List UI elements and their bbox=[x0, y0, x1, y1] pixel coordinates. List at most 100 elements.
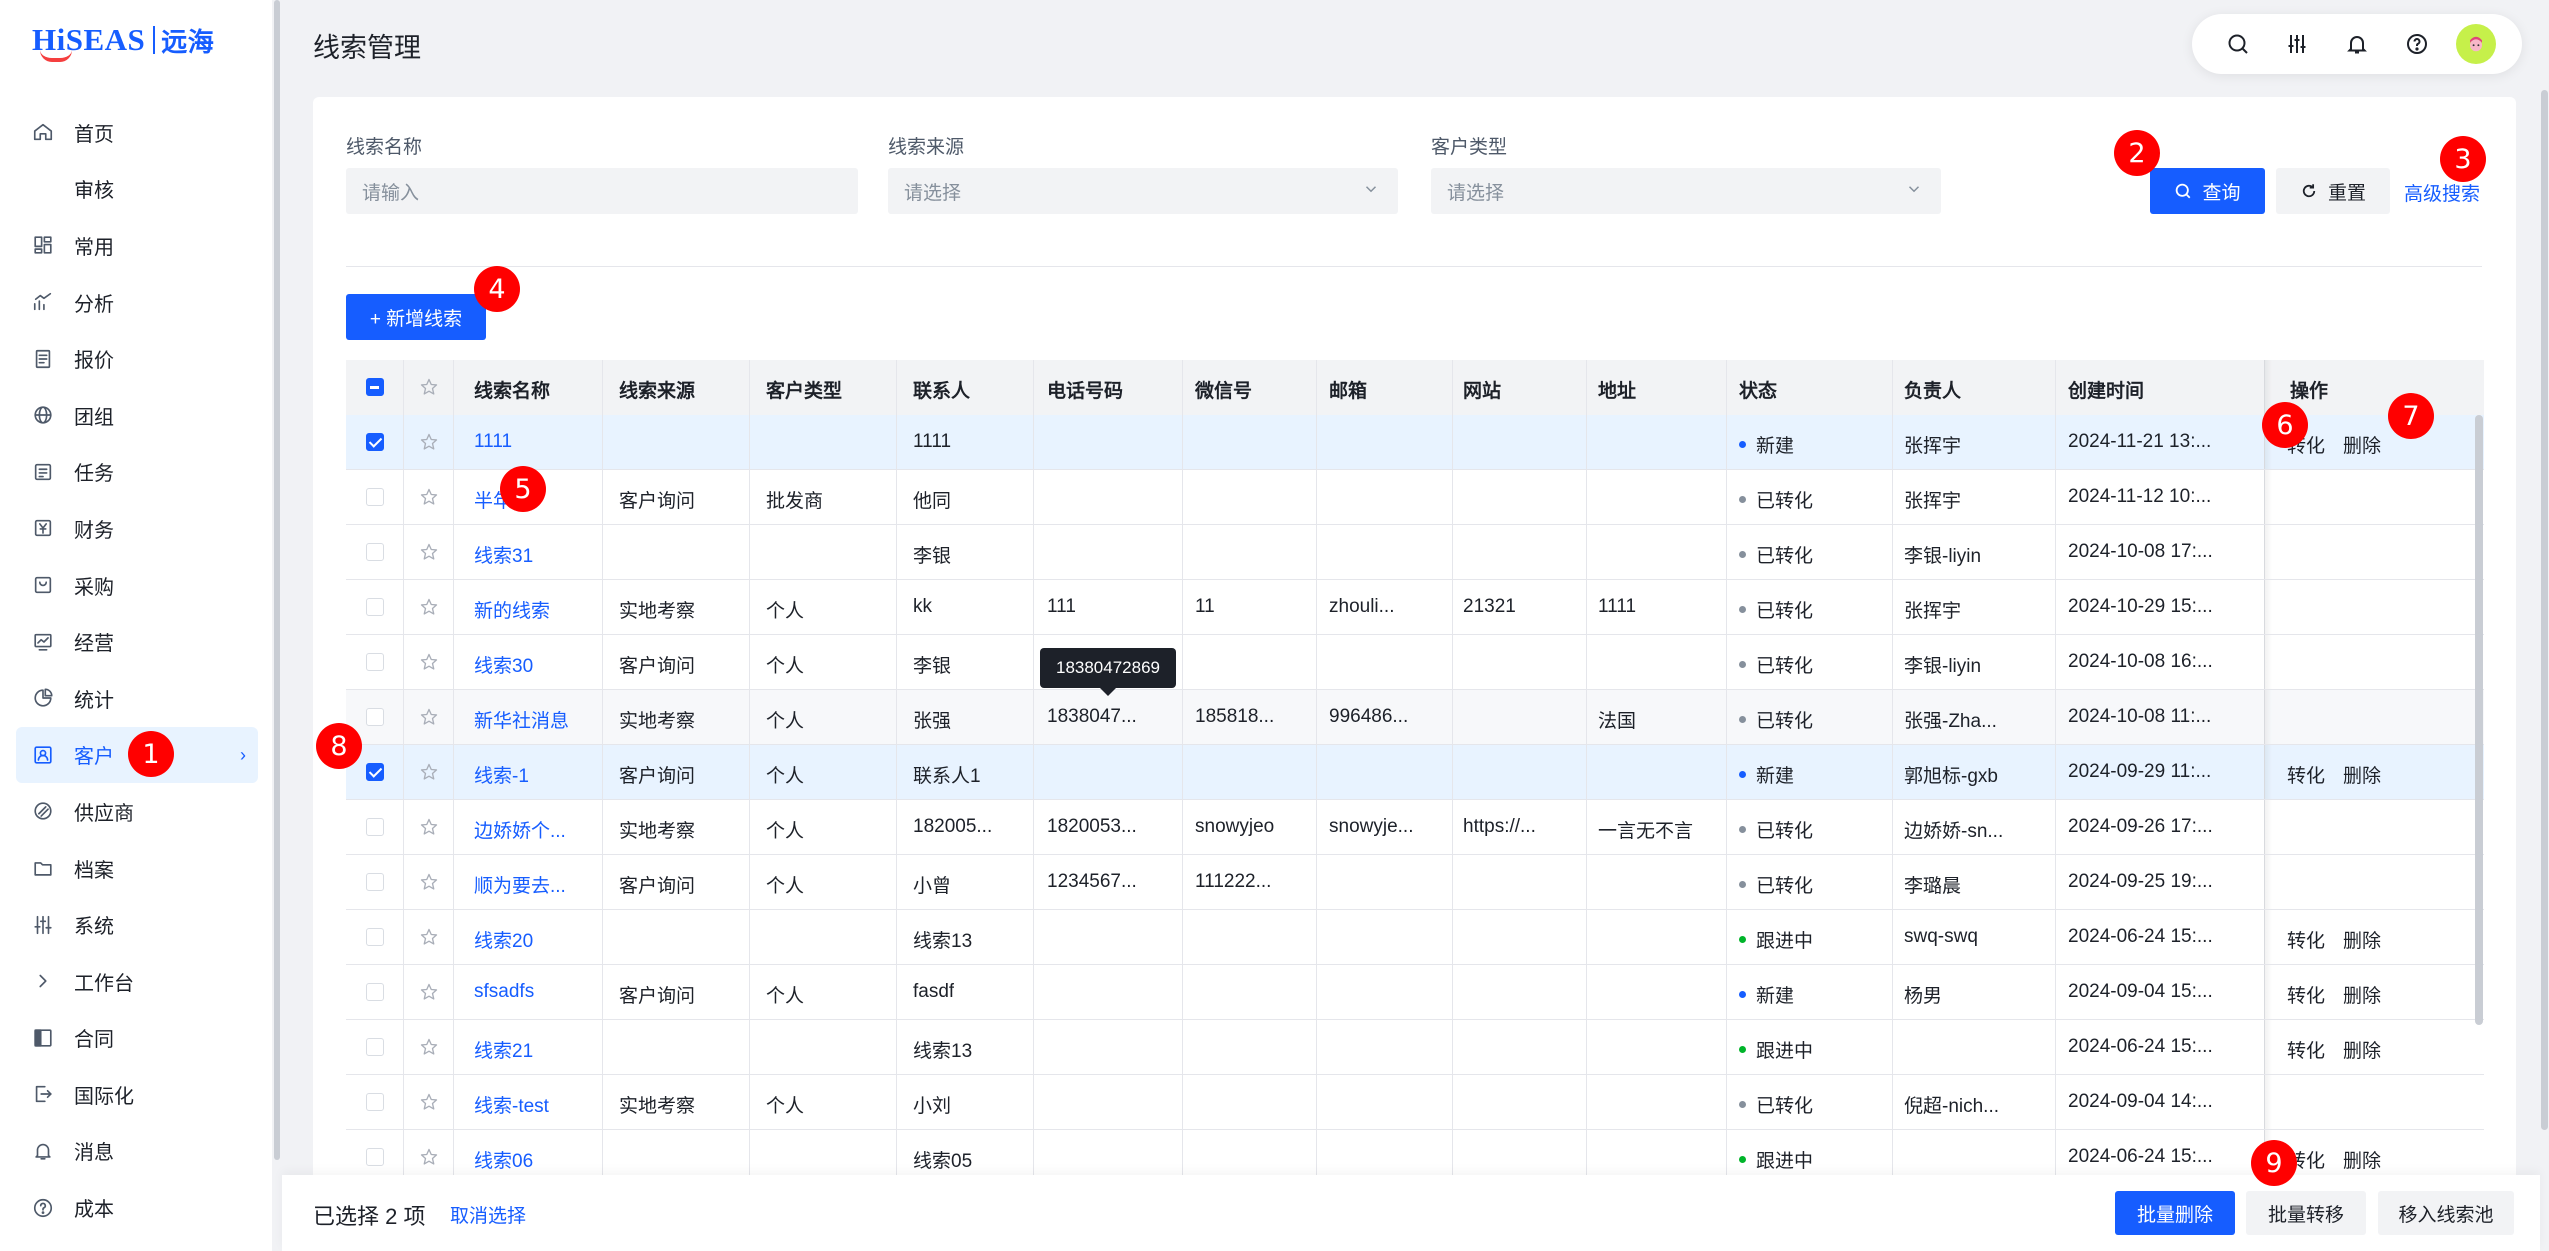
column-header[interactable]: 微信号 bbox=[1195, 376, 1252, 403]
sidebar-item-18[interactable]: 消息 bbox=[16, 1123, 258, 1180]
column-header[interactable]: 状态 bbox=[1739, 376, 1777, 403]
table-row[interactable]: 线索21 线索13 跟进中 2024-06-24 15:... 转化 删除 bbox=[346, 1020, 2484, 1075]
lead-name-link[interactable]: 新华社消息 bbox=[474, 706, 569, 733]
table-row[interactable]: 线索-test 实地考察 个人 小刘 已转化 倪超-nich... 2024-09-04 1… bbox=[346, 1075, 2484, 1130]
sidebar-item-1[interactable]: 审核 bbox=[16, 161, 258, 218]
delete-link[interactable]: 删除 bbox=[2343, 431, 2381, 458]
row-checkbox[interactable] bbox=[366, 433, 384, 451]
add-lead-button[interactable]: + 新增线索 bbox=[346, 294, 486, 340]
table-row[interactable]: 边娇娇个... 实地考察 个人 182005... 1820053... snowyjeo… bbox=[346, 800, 2484, 855]
row-checkbox[interactable] bbox=[366, 1093, 384, 1111]
sidebar-item-16[interactable]: 合同 bbox=[16, 1010, 258, 1067]
star-icon[interactable] bbox=[419, 542, 439, 562]
table-row[interactable]: 线索20 线索13 跟进中 swq-swq 2024-06-24 15:... 转化 删除 bbox=[346, 910, 2484, 965]
sidebar-scroll-thumb[interactable] bbox=[274, 0, 280, 1160]
star-icon[interactable] bbox=[419, 707, 439, 727]
lead-name-link[interactable]: sfsadfs bbox=[474, 981, 534, 1003]
star-icon[interactable] bbox=[419, 927, 439, 947]
delete-link[interactable]: 删除 bbox=[2343, 761, 2381, 788]
column-header[interactable]: 网站 bbox=[1463, 376, 1501, 403]
advanced-search-link[interactable]: 高级搜索 bbox=[2404, 179, 2480, 206]
bell-icon[interactable] bbox=[2337, 24, 2377, 64]
sidebar-item-7[interactable]: 财务 bbox=[16, 500, 258, 557]
help-icon[interactable] bbox=[2397, 24, 2437, 64]
lead-name-link[interactable]: 线索30 bbox=[474, 651, 533, 678]
lead-name-link[interactable]: 边娇娇个... bbox=[474, 816, 566, 843]
batch-delete-button[interactable]: 批量删除 bbox=[2115, 1191, 2235, 1235]
filter-customer-type-select[interactable]: 请选择 bbox=[1431, 168, 1941, 214]
table-row[interactable]: 半年 客户询问 批发商 他同 已转化 张挥宇 2024-11-12 10:... bbox=[346, 470, 2484, 525]
filter-name-input[interactable]: 请输入 bbox=[346, 168, 858, 214]
lead-name-link[interactable]: 线索31 bbox=[474, 541, 533, 568]
user-avatar[interactable] bbox=[2456, 24, 2497, 64]
table-row[interactable]: 线索30 客户询问 个人 李银 已转化 李银-liyin 2024-10-08 16:... bbox=[346, 635, 2484, 690]
table-row[interactable]: 线索-1 客户询问 个人 联系人1 新建 郭旭标-gxb 2024-09-29 11:...… bbox=[346, 745, 2484, 800]
sidebar-item-0[interactable]: 首页 bbox=[16, 104, 258, 161]
column-header[interactable]: 线索名称 bbox=[474, 376, 550, 403]
move-to-pool-button[interactable]: 移入线索池 bbox=[2378, 1191, 2514, 1235]
column-header[interactable]: 客户类型 bbox=[766, 376, 842, 403]
star-icon[interactable] bbox=[419, 872, 439, 892]
settings-sliders-icon[interactable] bbox=[2277, 24, 2317, 64]
table-scroll-thumb[interactable] bbox=[2475, 415, 2483, 1025]
lead-name-link[interactable]: 新的线索 bbox=[474, 596, 550, 623]
row-checkbox[interactable] bbox=[366, 1038, 384, 1056]
batch-transfer-button[interactable]: 批量转移 bbox=[2246, 1191, 2366, 1235]
main-scrollbar[interactable] bbox=[2540, 90, 2549, 1130]
table-row[interactable]: 新华社消息 实地考察 个人 张强 1838047... 185818... 996486..… bbox=[346, 690, 2484, 745]
table-row[interactable]: sfsadfs 客户询问 个人 fasdf 新建 杨男 2024-09-04 15:... 转… bbox=[346, 965, 2484, 1020]
sidebar-item-6[interactable]: 任务 bbox=[16, 444, 258, 501]
convert-link[interactable]: 转化 bbox=[2287, 981, 2325, 1008]
row-checkbox[interactable] bbox=[366, 708, 384, 726]
table-row[interactable]: 1111 1111 新建 张挥宇 2024-11-21 13:... 转化 删除 bbox=[346, 415, 2484, 470]
column-header[interactable]: 创建时间 bbox=[2068, 376, 2144, 403]
search-icon[interactable] bbox=[2218, 24, 2258, 64]
sidebar-item-3[interactable]: 分析 bbox=[16, 274, 258, 331]
row-checkbox[interactable] bbox=[366, 928, 384, 946]
convert-link[interactable]: 转化 bbox=[2287, 926, 2325, 953]
column-header[interactable]: 邮箱 bbox=[1329, 376, 1367, 403]
row-checkbox[interactable] bbox=[366, 983, 384, 1001]
star-icon[interactable] bbox=[419, 982, 439, 1002]
row-checkbox[interactable] bbox=[366, 1148, 384, 1166]
star-icon[interactable] bbox=[419, 1092, 439, 1112]
star-icon[interactable] bbox=[419, 432, 439, 452]
cancel-selection-link[interactable]: 取消选择 bbox=[450, 1201, 526, 1228]
row-checkbox[interactable] bbox=[366, 598, 384, 616]
lead-name-link[interactable]: 线索-1 bbox=[474, 761, 529, 788]
sidebar-item-19[interactable]: 成本 bbox=[16, 1179, 258, 1236]
row-checkbox[interactable] bbox=[366, 818, 384, 836]
sidebar-item-8[interactable]: 采购 bbox=[16, 557, 258, 614]
row-checkbox[interactable] bbox=[366, 763, 384, 781]
filter-source-select[interactable]: 请选择 bbox=[888, 168, 1398, 214]
row-checkbox[interactable] bbox=[366, 543, 384, 561]
row-checkbox[interactable] bbox=[366, 488, 384, 506]
lead-name-link[interactable]: 线索06 bbox=[474, 1146, 533, 1173]
lead-name-link[interactable]: 1111 bbox=[474, 431, 512, 453]
column-header[interactable]: 电话号码 bbox=[1047, 376, 1123, 403]
sidebar-item-5[interactable]: 团组 bbox=[16, 387, 258, 444]
delete-link[interactable]: 删除 bbox=[2343, 1036, 2381, 1063]
sidebar-item-9[interactable]: 经营 bbox=[16, 613, 258, 670]
convert-link[interactable]: 转化 bbox=[2287, 1036, 2325, 1063]
table-row[interactable]: 顺为要去... 客户询问 个人 小曾 1234567... 111222... 已转化 李璐晨… bbox=[346, 855, 2484, 910]
star-icon[interactable] bbox=[419, 597, 439, 617]
column-header[interactable]: 地址 bbox=[1598, 376, 1636, 403]
sidebar-scrollbar[interactable] bbox=[272, 0, 282, 1251]
row-checkbox[interactable] bbox=[366, 873, 384, 891]
star-icon[interactable] bbox=[419, 762, 439, 782]
lead-name-link[interactable]: 线索21 bbox=[474, 1036, 533, 1063]
table-row[interactable]: 新的线索 实地考察 个人 kk 111 11 zhouli... 21321 1111 已转化 张挥… bbox=[346, 580, 2484, 635]
sidebar-item-17[interactable]: 国际化 bbox=[16, 1066, 258, 1123]
lead-name-link[interactable]: 顺为要去... bbox=[474, 871, 566, 898]
star-icon[interactable] bbox=[419, 1037, 439, 1057]
select-all-checkbox[interactable] bbox=[366, 378, 384, 396]
delete-link[interactable]: 删除 bbox=[2343, 926, 2381, 953]
column-header[interactable]: 操作 bbox=[2290, 376, 2328, 403]
delete-link[interactable]: 删除 bbox=[2343, 1146, 2381, 1173]
sidebar-item-14[interactable]: 系统 bbox=[16, 896, 258, 953]
lead-name-link[interactable]: 线索20 bbox=[474, 926, 533, 953]
star-icon[interactable] bbox=[419, 652, 439, 672]
sidebar-item-2[interactable]: 常用 bbox=[16, 217, 258, 274]
sidebar-item-12[interactable]: 供应商 bbox=[16, 783, 258, 840]
